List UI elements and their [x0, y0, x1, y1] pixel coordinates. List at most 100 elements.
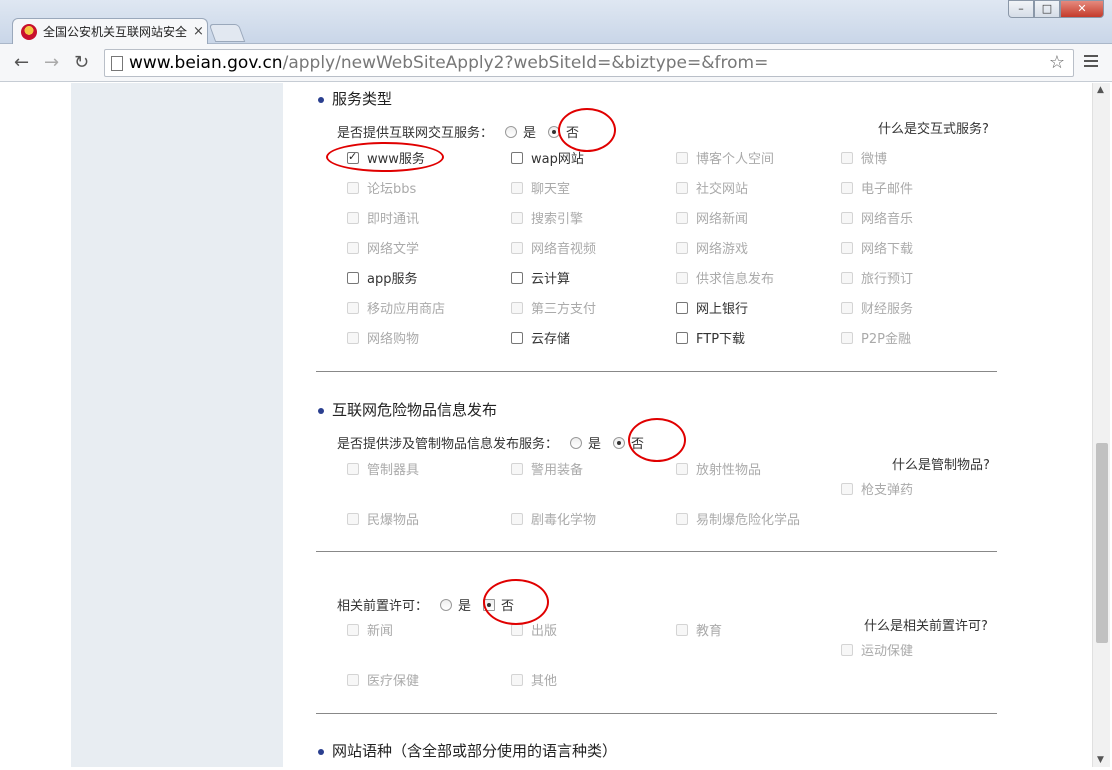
- checkbox[interactable]: [511, 301, 523, 314]
- interactive-yes-radio[interactable]: [505, 125, 518, 138]
- checkbox[interactable]: [676, 181, 688, 194]
- interactive-help-link[interactable]: 什么是交互式服务?: [878, 118, 989, 137]
- checkbox[interactable]: [347, 301, 359, 314]
- controlled-yes-radio[interactable]: [570, 436, 583, 449]
- checkbox[interactable]: [841, 331, 853, 344]
- scroll-up-icon[interactable]: ▲: [1097, 85, 1104, 95]
- service-option[interactable]: 财经服务: [841, 298, 913, 317]
- checkbox[interactable]: [676, 301, 688, 314]
- controlled-goods-option[interactable]: 警用装备: [511, 459, 583, 478]
- checkbox[interactable]: [347, 623, 359, 636]
- checkbox[interactable]: [511, 181, 523, 194]
- controlled-help-link[interactable]: 什么是管制物品?: [892, 454, 990, 473]
- permit-yes-radio[interactable]: [440, 598, 453, 611]
- checkbox[interactable]: [841, 181, 853, 194]
- controlled-goods-option[interactable]: 易制爆危险化学品: [676, 509, 800, 528]
- checkbox[interactable]: [676, 331, 688, 344]
- service-option[interactable]: 聊天室: [511, 178, 570, 197]
- back-arrow-icon[interactable]: ←: [14, 52, 29, 73]
- service-option[interactable]: 旅行预订: [841, 268, 913, 287]
- service-option[interactable]: app服务: [347, 268, 417, 287]
- controlled-goods-option[interactable]: 剧毒化学物: [511, 509, 596, 528]
- checkbox[interactable]: [347, 211, 359, 224]
- checkbox[interactable]: [841, 211, 853, 224]
- checkbox[interactable]: [841, 301, 853, 314]
- scroll-thumb[interactable]: [1096, 443, 1108, 643]
- controlled-goods-option[interactable]: 管制器具: [347, 459, 419, 478]
- scroll-down-icon[interactable]: ▼: [1097, 755, 1104, 765]
- new-tab-button[interactable]: [208, 24, 246, 42]
- checkbox[interactable]: [347, 512, 359, 525]
- checkbox[interactable]: [511, 623, 523, 636]
- service-option[interactable]: 网络游戏: [676, 238, 748, 257]
- controlled-goods-option[interactable]: 枪支弹药: [841, 479, 913, 498]
- service-option[interactable]: wap网站: [511, 148, 584, 167]
- service-option[interactable]: 网络购物: [347, 328, 419, 347]
- permit-option[interactable]: 教育: [676, 620, 722, 639]
- checkbox[interactable]: [511, 462, 523, 475]
- permit-option[interactable]: 运动保健: [841, 640, 913, 659]
- reload-icon[interactable]: ↻: [74, 52, 89, 73]
- address-bar[interactable]: www.beian.gov.cn/apply/newWebSiteApply2?…: [104, 49, 1074, 77]
- service-option[interactable]: 即时通讯: [347, 208, 419, 227]
- tab-close-icon[interactable]: ×: [193, 24, 204, 39]
- service-option[interactable]: 网络下载: [841, 238, 913, 257]
- checkbox[interactable]: [676, 241, 688, 254]
- chrome-menu-icon[interactable]: [1084, 52, 1098, 70]
- checkbox[interactable]: [511, 211, 523, 224]
- service-option[interactable]: P2P金融: [841, 328, 911, 347]
- permit-option[interactable]: 其他: [511, 670, 557, 689]
- service-option[interactable]: 网络文学: [347, 238, 419, 257]
- service-option[interactable]: 博客个人空间: [676, 148, 774, 167]
- checkbox[interactable]: [511, 271, 523, 284]
- checkbox[interactable]: [347, 331, 359, 344]
- checkbox[interactable]: [347, 181, 359, 194]
- close-window-button[interactable]: ✕: [1060, 0, 1104, 18]
- service-option[interactable]: 云计算: [511, 268, 570, 287]
- checkbox[interactable]: [676, 271, 688, 284]
- url-text[interactable]: www.beian.gov.cn/apply/newWebSiteApply2?…: [129, 53, 768, 73]
- service-option[interactable]: 网上银行: [676, 298, 748, 317]
- controlled-no-radio[interactable]: [613, 436, 626, 449]
- checkbox[interactable]: [347, 271, 359, 284]
- service-option[interactable]: 电子邮件: [841, 178, 913, 197]
- service-option[interactable]: 网络音视频: [511, 238, 596, 257]
- maximize-button[interactable]: □: [1034, 0, 1060, 18]
- forward-arrow-icon[interactable]: →: [44, 52, 59, 73]
- browser-tab[interactable]: 全国公安机关互联网站安全 ×: [12, 18, 208, 44]
- checkbox[interactable]: [676, 623, 688, 636]
- checkbox[interactable]: [676, 211, 688, 224]
- service-option[interactable]: 搜索引擎: [511, 208, 583, 227]
- controlled-goods-option[interactable]: 民爆物品: [347, 509, 419, 528]
- checkbox[interactable]: [511, 151, 523, 164]
- service-option[interactable]: 供求信息发布: [676, 268, 774, 287]
- service-option[interactable]: 网络新闻: [676, 208, 748, 227]
- checkbox[interactable]: [511, 512, 523, 525]
- service-option[interactable]: 第三方支付: [511, 298, 596, 317]
- bookmark-star-icon[interactable]: ☆: [1049, 52, 1065, 73]
- checkbox[interactable]: [347, 241, 359, 254]
- vertical-scrollbar[interactable]: ▲ ▼: [1092, 83, 1110, 767]
- service-option[interactable]: 社交网站: [676, 178, 748, 197]
- checkbox[interactable]: [841, 643, 853, 656]
- permit-option[interactable]: 医疗保健: [347, 670, 419, 689]
- controlled-goods-option[interactable]: 放射性物品: [676, 459, 761, 478]
- service-option[interactable]: FTP下载: [676, 328, 745, 347]
- service-option[interactable]: 云存储: [511, 328, 570, 347]
- minimize-button[interactable]: –: [1008, 0, 1034, 18]
- checkbox[interactable]: [676, 512, 688, 525]
- service-option[interactable]: 移动应用商店: [347, 298, 445, 317]
- checkbox[interactable]: [841, 151, 853, 164]
- checkbox[interactable]: [676, 151, 688, 164]
- checkbox[interactable]: [511, 241, 523, 254]
- service-option[interactable]: 论坛bbs: [347, 178, 416, 197]
- checkbox[interactable]: [511, 673, 523, 686]
- permit-option[interactable]: 新闻: [347, 620, 393, 639]
- permit-help-link[interactable]: 什么是相关前置许可?: [864, 615, 988, 634]
- checkbox[interactable]: [347, 462, 359, 475]
- checkbox[interactable]: [841, 241, 853, 254]
- service-option[interactable]: 微博: [841, 148, 887, 167]
- checkbox[interactable]: [841, 271, 853, 284]
- checkbox[interactable]: [511, 331, 523, 344]
- checkbox[interactable]: [841, 482, 853, 495]
